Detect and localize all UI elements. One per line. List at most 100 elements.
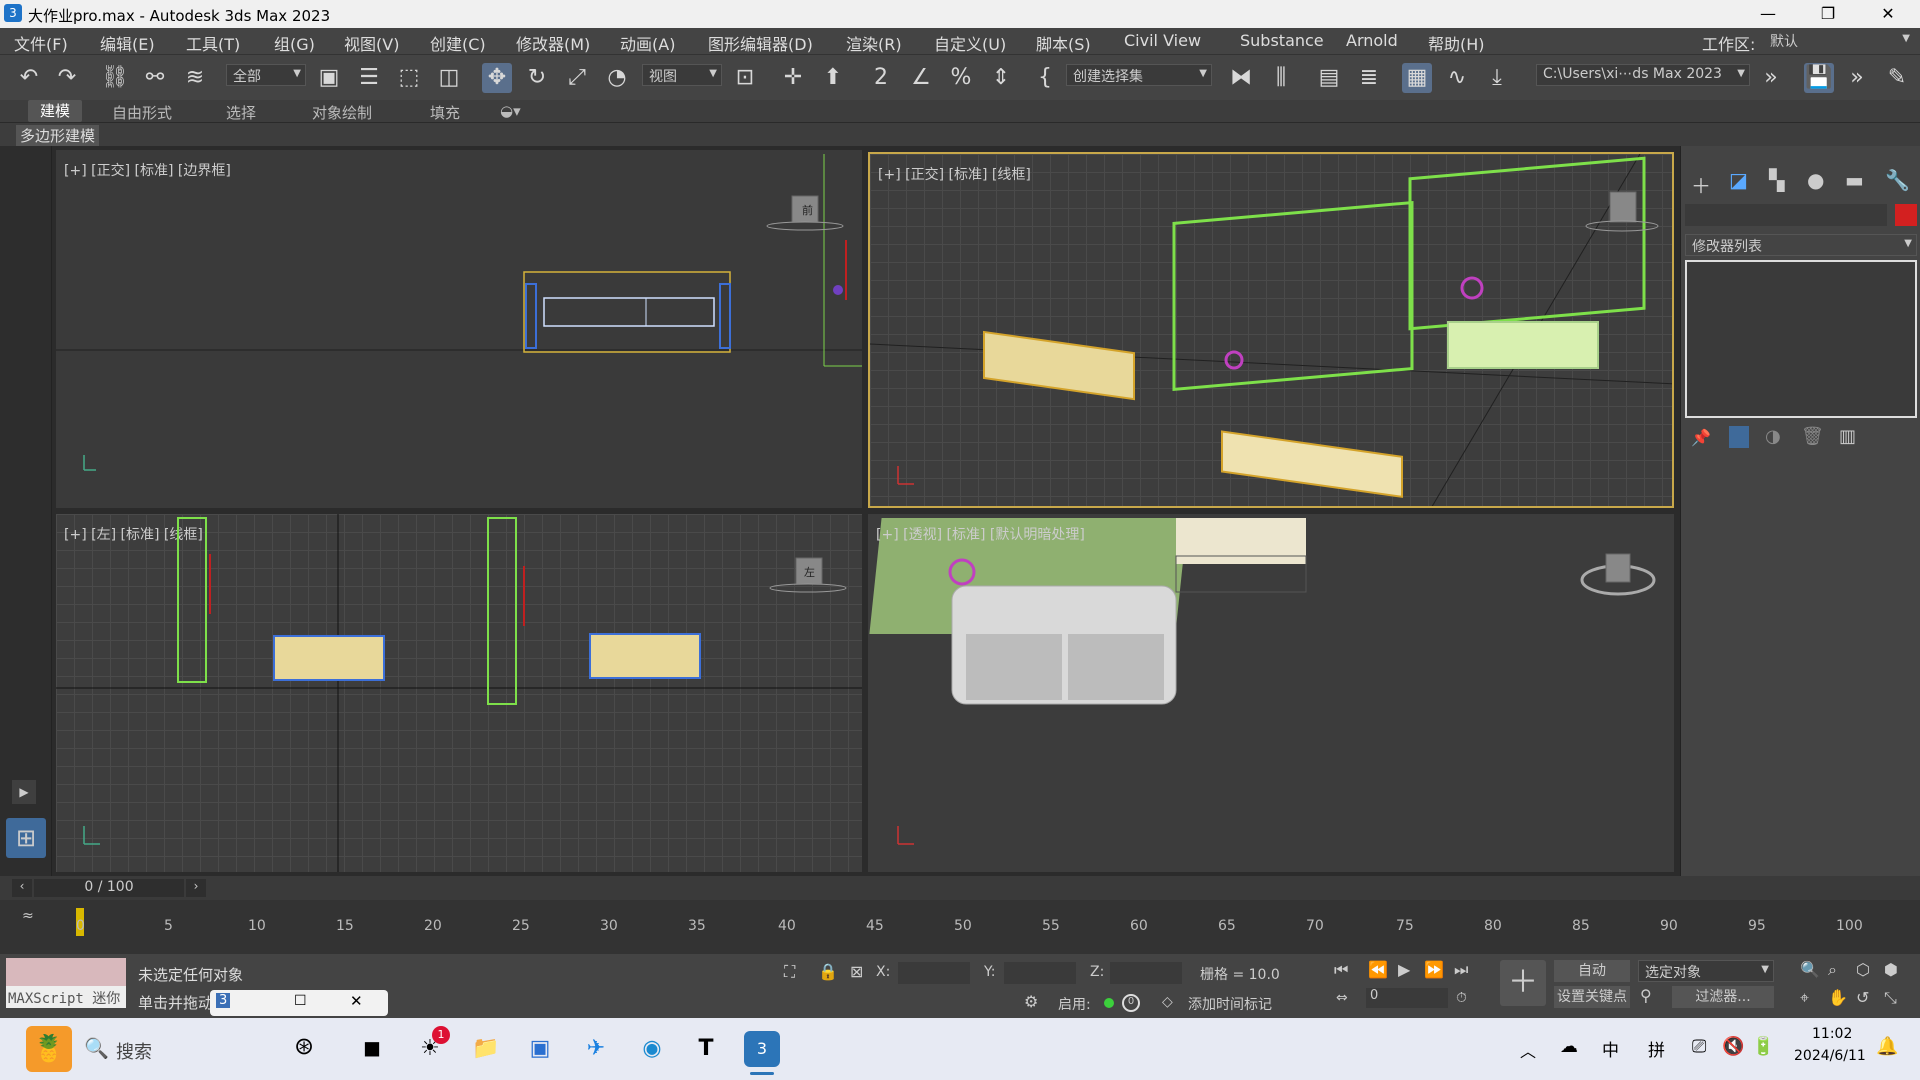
- motion-tab-icon[interactable]: ●: [1807, 168, 1824, 192]
- zero-icon[interactable]: 0: [1122, 994, 1140, 1012]
- viewport-layout-icon[interactable]: ⊞: [6, 818, 46, 858]
- store-icon[interactable]: ▣: [522, 1031, 558, 1067]
- coord-z-field[interactable]: [1110, 962, 1182, 984]
- set-key-icon[interactable]: ＋: [1500, 960, 1546, 1006]
- more-icon[interactable]: »: [1756, 63, 1786, 93]
- next-frame-icon[interactable]: ›: [186, 879, 206, 897]
- curve-editor-icon[interactable]: ∿: [1442, 63, 1472, 93]
- move-icon[interactable]: ✥: [482, 63, 512, 93]
- field-of-view-icon[interactable]: ⌖: [1800, 988, 1809, 1008]
- typora-icon[interactable]: T: [688, 1031, 724, 1067]
- selection-filter-dropdown[interactable]: 全部: [226, 64, 306, 86]
- minimize-button[interactable]: —: [1740, 0, 1796, 28]
- object-name-field[interactable]: [1685, 204, 1887, 226]
- place-icon[interactable]: ◔: [602, 63, 632, 93]
- angle-snap-icon[interactable]: ∠: [906, 63, 936, 93]
- select-object-icon[interactable]: ▣: [314, 63, 344, 93]
- network-icon[interactable]: ⎚: [1692, 1036, 1706, 1057]
- menu-modifiers[interactable]: 修改器(M): [516, 31, 590, 55]
- select-manipulate-icon[interactable]: ✛: [778, 63, 808, 93]
- percent-snap-icon[interactable]: %: [946, 63, 976, 93]
- track-bar[interactable]: ≈ 0 5 10 15 20 25 30 35 40 45 50 55 60 6…: [0, 900, 1920, 954]
- current-frame-field[interactable]: 0: [1366, 988, 1448, 1008]
- object-color-swatch[interactable]: [1895, 204, 1917, 226]
- viewcube-top-label[interactable]: 前: [802, 202, 813, 218]
- remove-modifier-icon[interactable]: 🗑: [1801, 426, 1824, 447]
- isolate-icon[interactable]: ⛶: [784, 962, 795, 982]
- save-icon[interactable]: 💾: [1804, 63, 1834, 93]
- link-icon[interactable]: ⛓: [100, 63, 130, 93]
- time-slider-thumb[interactable]: 0 / 100: [34, 879, 184, 897]
- zoom-extents-icon[interactable]: ⬡: [1856, 960, 1870, 979]
- taskbar-search[interactable]: 搜索: [116, 1038, 152, 1064]
- select-by-name-icon[interactable]: ☰: [354, 63, 384, 93]
- clock-date[interactable]: 2024/6/11: [1794, 1048, 1866, 1064]
- menu-rendering[interactable]: 渲染(R): [846, 31, 902, 55]
- menu-help[interactable]: 帮助(H): [1428, 31, 1485, 55]
- tab-freeform[interactable]: 自由形式: [112, 102, 172, 123]
- key-mode-icon[interactable]: ⇔: [1336, 990, 1348, 1006]
- viewcube-left-label[interactable]: 左: [804, 564, 815, 580]
- copilot-icon[interactable]: ⊛: [294, 1032, 314, 1060]
- adaptive-degradation-icon[interactable]: ⚙: [1024, 992, 1038, 1011]
- zoom-extents-all-icon[interactable]: ⬢: [1884, 960, 1898, 979]
- more-right-icon[interactable]: »: [1842, 63, 1872, 93]
- layer-explorer-icon[interactable]: ≣: [1354, 63, 1384, 93]
- utilities-tab-icon[interactable]: 🔧: [1885, 168, 1910, 192]
- menu-arnold[interactable]: Arnold: [1346, 31, 1398, 50]
- pivot-center-icon[interactable]: ⊡: [730, 63, 760, 93]
- scale-icon[interactable]: ⤢: [562, 63, 592, 93]
- snaps-toggle-icon[interactable]: 2: [866, 63, 896, 93]
- scene-explorer-icon[interactable]: ▤: [1314, 63, 1344, 93]
- window-crossing-icon[interactable]: ◫: [434, 63, 464, 93]
- maxscript-listener[interactable]: [6, 958, 126, 986]
- onedrive-icon[interactable]: ☁: [1560, 1036, 1578, 1057]
- menu-scripting[interactable]: 脚本(S): [1036, 31, 1091, 55]
- ribbon-options-icon[interactable]: ◒▾: [500, 102, 521, 120]
- notification-bell-icon[interactable]: 🔔: [1876, 1036, 1898, 1057]
- unlink-icon[interactable]: ⚯: [140, 63, 170, 93]
- pan-icon[interactable]: ✋: [1828, 988, 1848, 1007]
- tag-icon[interactable]: ◇: [1162, 994, 1173, 1010]
- lock-selection-icon[interactable]: 🔒: [818, 962, 838, 981]
- time-config-icon[interactable]: ⏱: [1456, 990, 1467, 1006]
- named-selection-dropdown[interactable]: 创建选择集: [1066, 64, 1212, 86]
- set-key-button[interactable]: 设置关键点: [1554, 986, 1630, 1008]
- menu-tools[interactable]: 工具(T): [186, 31, 240, 55]
- start-icon[interactable]: 🍍: [26, 1026, 72, 1072]
- edit-named-sel-icon[interactable]: {: [1030, 63, 1060, 93]
- filters-button[interactable]: 过滤器...: [1672, 986, 1774, 1008]
- menu-create[interactable]: 创建(C): [430, 31, 486, 55]
- project-path-dropdown[interactable]: C:\Users\xi⋯ds Max 2023: [1536, 64, 1750, 86]
- poly-modeling-label[interactable]: 多边形建模: [16, 125, 100, 146]
- menu-views[interactable]: 视图(V): [344, 31, 399, 55]
- redo-icon[interactable]: ↷: [52, 63, 82, 93]
- menu-substance[interactable]: Substance: [1240, 31, 1324, 50]
- go-to-start-icon[interactable]: ⏮: [1334, 960, 1348, 980]
- tray-expand-icon[interactable]: ︿: [1520, 1038, 1536, 1062]
- hierarchy-tab-icon[interactable]: ▚: [1769, 168, 1784, 192]
- modifier-list-dropdown[interactable]: 修改器列表: [1685, 234, 1917, 256]
- make-unique-icon[interactable]: ◑: [1765, 426, 1781, 447]
- tab-modeling[interactable]: 建模: [28, 100, 83, 122]
- align-icon[interactable]: ⫼: [1266, 63, 1296, 93]
- spinner-snap-icon[interactable]: ⇕: [986, 63, 1016, 93]
- menu-group[interactable]: 组(G): [274, 31, 315, 55]
- menu-graph-editors[interactable]: 图形编辑器(D): [708, 31, 813, 55]
- battery-icon[interactable]: 🔋: [1752, 1036, 1774, 1057]
- viewport-label-persp[interactable]: [+] [透视] [标准] [默认明暗处理]: [876, 524, 1085, 544]
- tab-selection[interactable]: 选择: [226, 102, 256, 123]
- key-target-dropdown[interactable]: 选定对象: [1638, 960, 1774, 982]
- zoom-icon[interactable]: 🔍: [1800, 960, 1820, 979]
- feishu-icon[interactable]: ✈: [578, 1031, 614, 1067]
- prev-frame-icon[interactable]: ‹: [12, 879, 32, 897]
- menu-civil-view[interactable]: Civil View: [1124, 31, 1201, 50]
- ime-mode-indicator[interactable]: 拼: [1648, 1036, 1665, 1061]
- viewport-bottom-right[interactable]: [+] [透视] [标准] [默认明暗处理]: [868, 514, 1674, 872]
- undo-icon[interactable]: ↶: [14, 63, 44, 93]
- ribbon-toggle-icon[interactable]: ▦: [1402, 63, 1432, 93]
- brush-icon[interactable]: ✎: [1882, 63, 1912, 93]
- reference-coord-dropdown[interactable]: 视图: [642, 64, 722, 86]
- key-filters-icon[interactable]: ⚲: [1640, 986, 1652, 1005]
- curve-editor-mini-icon[interactable]: ≈: [22, 908, 34, 924]
